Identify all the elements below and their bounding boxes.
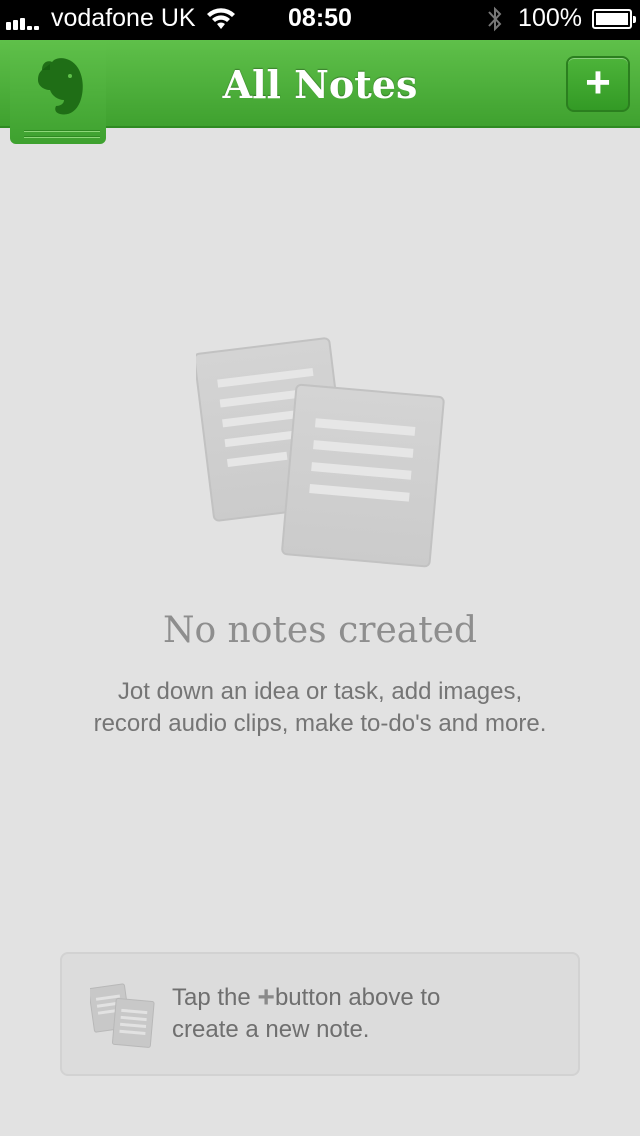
notes-stack-icon <box>90 983 155 1048</box>
status-left: vodafone UK <box>6 4 236 33</box>
empty-state-description: Jot down an idea or task, add images, re… <box>40 676 600 740</box>
status-bar: vodafone UK 08:50 100% <box>0 0 640 40</box>
notes-stack-icon <box>196 337 445 568</box>
hint-text-after: button above to <box>274 984 441 1011</box>
status-right: 100% <box>486 4 636 33</box>
tab-lines <box>24 126 100 138</box>
bluetooth-icon <box>488 6 502 31</box>
evernote-elephant-icon <box>38 58 83 115</box>
signal-strength-icon <box>6 8 41 30</box>
add-note-button[interactable]: + <box>566 56 630 112</box>
empty-state-title: No notes created <box>162 610 478 651</box>
battery-icon <box>592 8 636 29</box>
description-line-1: Jot down an idea or task, add images, <box>117 678 523 705</box>
carrier-name: vodafone UK <box>51 4 196 32</box>
plus-icon: + <box>585 58 611 107</box>
wifi-icon <box>206 7 235 29</box>
plus-icon: + <box>257 981 275 1014</box>
evernote-logo-tab[interactable] <box>10 40 106 144</box>
hint-line-1: Tap the +button above to <box>172 982 440 1014</box>
hint-text: Tap the +button above to create a new no… <box>172 982 440 1046</box>
hint-box: Tap the +button above to create a new no… <box>60 952 580 1076</box>
hint-line-2: create a new note. <box>172 1016 370 1043</box>
hint-text-before: Tap the <box>172 984 251 1011</box>
battery-percentage: 100% <box>518 4 582 32</box>
description-line-2: record audio clips, make to-do's and mor… <box>93 710 547 737</box>
